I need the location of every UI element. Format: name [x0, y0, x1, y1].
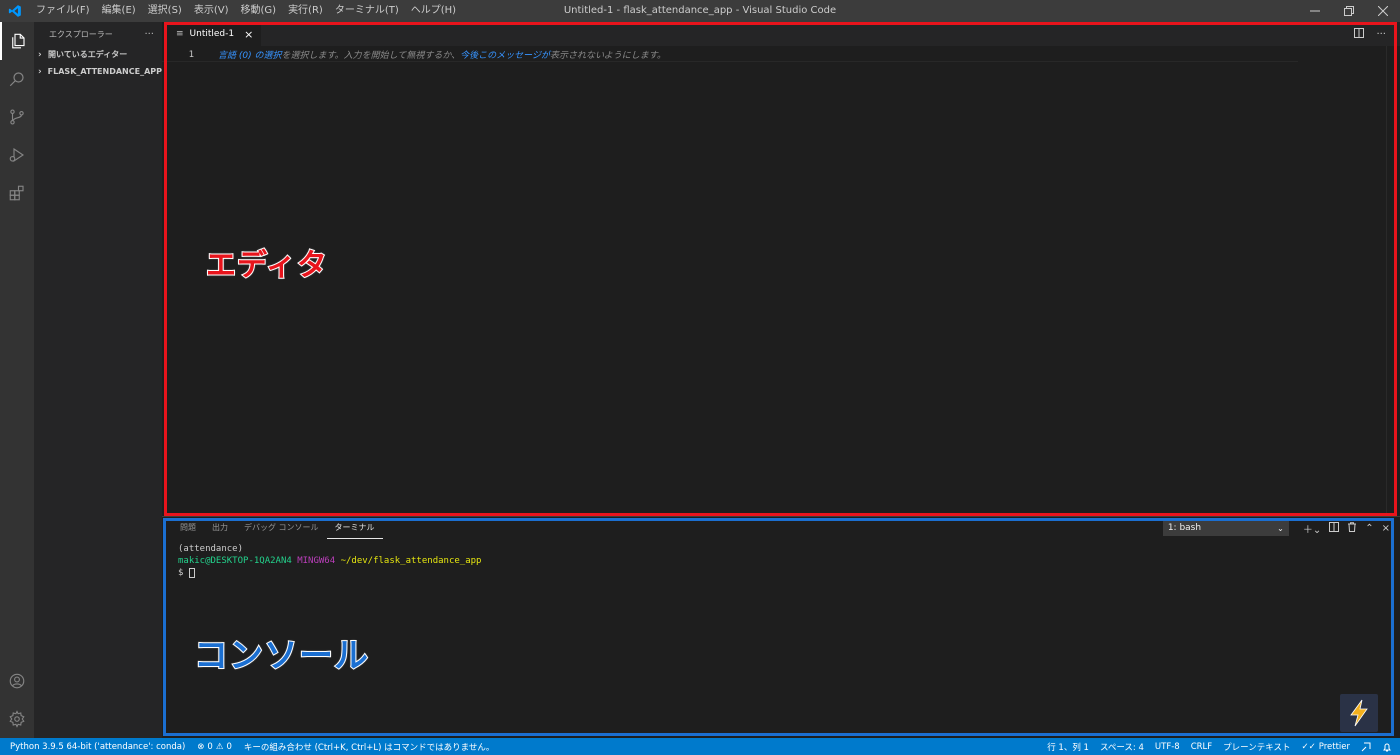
hint-text-2: 表示されないようにします。 — [549, 51, 666, 61]
workspace-folder-section[interactable]: › FLASK_ATTENDANCE_APP — [34, 63, 162, 80]
tab-output[interactable]: 出力 — [204, 517, 236, 539]
terminal-line-env: (attendance) — [178, 544, 244, 554]
chevron-right-icon: › — [38, 49, 42, 60]
workspace-folder-label: FLASK_ATTENDANCE_APP — [47, 67, 162, 76]
feedback-icon[interactable] — [1361, 742, 1371, 752]
cursor-position[interactable]: 行 1、列 1 — [1047, 741, 1089, 753]
chevron-down-icon: ⌄ — [1277, 523, 1284, 533]
tab-close-icon[interactable]: × — [244, 28, 253, 41]
terminal-prompt-symbol: $ — [178, 568, 184, 578]
notifications-bell-icon[interactable] — [1382, 742, 1392, 752]
window-controls — [1298, 0, 1400, 22]
close-panel-icon[interactable]: × — [1382, 523, 1390, 534]
tab-problems[interactable]: 問題 — [172, 517, 204, 539]
sidebar-title: エクスプローラー — [49, 29, 113, 39]
terminal-path: ~/dev/flask_attendance_app — [340, 556, 482, 566]
problems-indicator[interactable]: ⊗ 0 ⚠ 0 — [197, 742, 232, 752]
extensions-icon[interactable] — [0, 174, 34, 212]
vscode-logo-icon[interactable] — [0, 0, 30, 22]
menu-terminal[interactable]: ターミナル(T) — [329, 0, 405, 22]
close-icon[interactable] — [1366, 0, 1400, 22]
run-debug-icon[interactable] — [0, 136, 34, 174]
restore-icon[interactable] — [1332, 0, 1366, 22]
new-terminal-icon[interactable]: ＋⌄ — [1303, 521, 1321, 536]
open-editors-label: 開いているエディター — [48, 50, 128, 59]
sidebar-header: エクスプローラー ··· — [34, 22, 162, 46]
hint-text-1: を選択します。入力を開始して無視するか、 — [281, 51, 461, 61]
tab-debug-console[interactable]: デバッグ コンソール — [236, 517, 327, 539]
double-check-icon: ✓✓ — [1301, 741, 1316, 752]
console-annotation-label: コンソール — [193, 635, 369, 677]
menu-go[interactable]: 移動(G) — [235, 0, 283, 22]
indentation[interactable]: スペース: 4 — [1100, 741, 1144, 753]
select-language-link[interactable]: 言語 (0) の選択 — [218, 51, 281, 61]
open-editors-section[interactable]: › 開いているエディター — [34, 46, 162, 63]
settings-gear-icon[interactable] — [0, 700, 34, 738]
empty-editor-hint: 言語 (0) の選択を選択します。入力を開始して無視するか、今後このメッセージが… — [218, 48, 666, 61]
prettier-label: Prettier — [1318, 741, 1350, 752]
menu-view[interactable]: 表示(V) — [188, 0, 235, 22]
activity-bar — [0, 22, 34, 738]
trash-icon[interactable] — [1347, 521, 1357, 535]
error-icon: ⊗ — [197, 741, 205, 752]
terminal-select[interactable]: 1: bash ⌄ — [1162, 520, 1289, 536]
menu-edit[interactable]: 編集(E) — [96, 0, 142, 22]
editor-area: ≡ Untitled-1 × ··· 1 言語 (0) の選択を選択します。入力… — [162, 22, 1400, 516]
terminal-shell: MINGW64 — [297, 556, 336, 566]
tab-untitled-1[interactable]: ≡ Untitled-1 × — [162, 22, 262, 46]
line-number: 1 — [188, 49, 194, 60]
end-of-line[interactable]: CRLF — [1191, 742, 1212, 752]
language-mode[interactable]: プレーンテキスト — [1223, 741, 1290, 753]
error-count: 0 — [207, 741, 213, 752]
terminal-line-prompt: $ — [178, 567, 1400, 579]
menu-run[interactable]: 実行(R) — [282, 0, 329, 22]
explorer-icon[interactable] — [0, 22, 34, 60]
lightning-logo-icon — [1340, 694, 1378, 732]
warning-count: 0 — [226, 741, 232, 752]
editor-scrollbar[interactable] — [1386, 46, 1400, 516]
title-bar: ファイル(F) 編集(E) 選択(S) 表示(V) 移動(G) 実行(R) ター… — [0, 0, 1400, 22]
status-bar: Python 3.9.5 64-bit ('attendance': conda… — [0, 738, 1400, 755]
menu-bar: ファイル(F) 編集(E) 選択(S) 表示(V) 移動(G) 実行(R) ター… — [30, 0, 462, 22]
maximize-panel-icon[interactable]: ⌃ — [1365, 523, 1373, 534]
menu-selection[interactable]: 選択(S) — [142, 0, 188, 22]
prettier-status[interactable]: ✓✓ Prettier — [1301, 742, 1350, 752]
split-editor-icon[interactable] — [1354, 27, 1365, 41]
terminal-line-prompt-info: makic@DESKTOP-1QA2AN4 MINGW64 ~/dev/flas… — [178, 555, 1400, 567]
terminal-cursor — [188, 567, 195, 578]
editor-actions: ··· — [1354, 22, 1386, 46]
split-terminal-icon[interactable] — [1329, 521, 1340, 535]
menu-file[interactable]: ファイル(F) — [30, 0, 96, 22]
panel-actions: 1: bash ⌄ ＋⌄ ⌃ × — [1162, 520, 1390, 536]
terminal-output[interactable]: (attendance) makic@DESKTOP-1QA2AN4 MINGW… — [162, 539, 1400, 579]
terminal-user-host: makic@DESKTOP-1QA2AN4 — [178, 556, 292, 566]
explorer-sidebar: エクスプローラー ··· › 開いているエディター › FLASK_ATTEND… — [34, 22, 162, 738]
file-lines-icon: ≡ — [176, 29, 184, 39]
menu-help[interactable]: ヘルプ(H) — [405, 0, 462, 22]
source-control-icon[interactable] — [0, 98, 34, 136]
python-interpreter[interactable]: Python 3.9.5 64-bit ('attendance': conda… — [10, 742, 185, 752]
code-line-1[interactable]: 1 言語 (0) の選択を選択します。入力を開始して無視するか、今後このメッセー… — [162, 48, 1298, 62]
editor-more-icon[interactable]: ··· — [1376, 29, 1386, 40]
account-icon[interactable] — [0, 662, 34, 700]
more-actions-icon[interactable]: ··· — [144, 29, 154, 40]
chevron-right-icon: › — [38, 66, 42, 77]
encoding[interactable]: UTF-8 — [1155, 742, 1180, 752]
bottom-panel: 問題 出力 デバッグ コンソール ターミナル 1: bash ⌄ ＋⌄ ⌃ × … — [162, 516, 1400, 738]
tab-label: Untitled-1 — [189, 29, 235, 39]
tab-terminal[interactable]: ターミナル — [326, 517, 383, 539]
status-message: キーの組み合わせ (Ctrl+K, Ctrl+L) はコマンドではありません。 — [243, 742, 495, 753]
minimize-icon[interactable] — [1298, 0, 1332, 22]
search-icon[interactable] — [0, 60, 34, 98]
terminal-select-value: 1: bash — [1167, 523, 1202, 533]
editor-annotation-label: エディタ — [205, 247, 328, 284]
warning-icon: ⚠ — [215, 741, 224, 752]
editor-tabs: ≡ Untitled-1 × ··· — [162, 22, 1400, 46]
dont-show-again-link[interactable]: 今後このメッセージが — [460, 51, 550, 61]
